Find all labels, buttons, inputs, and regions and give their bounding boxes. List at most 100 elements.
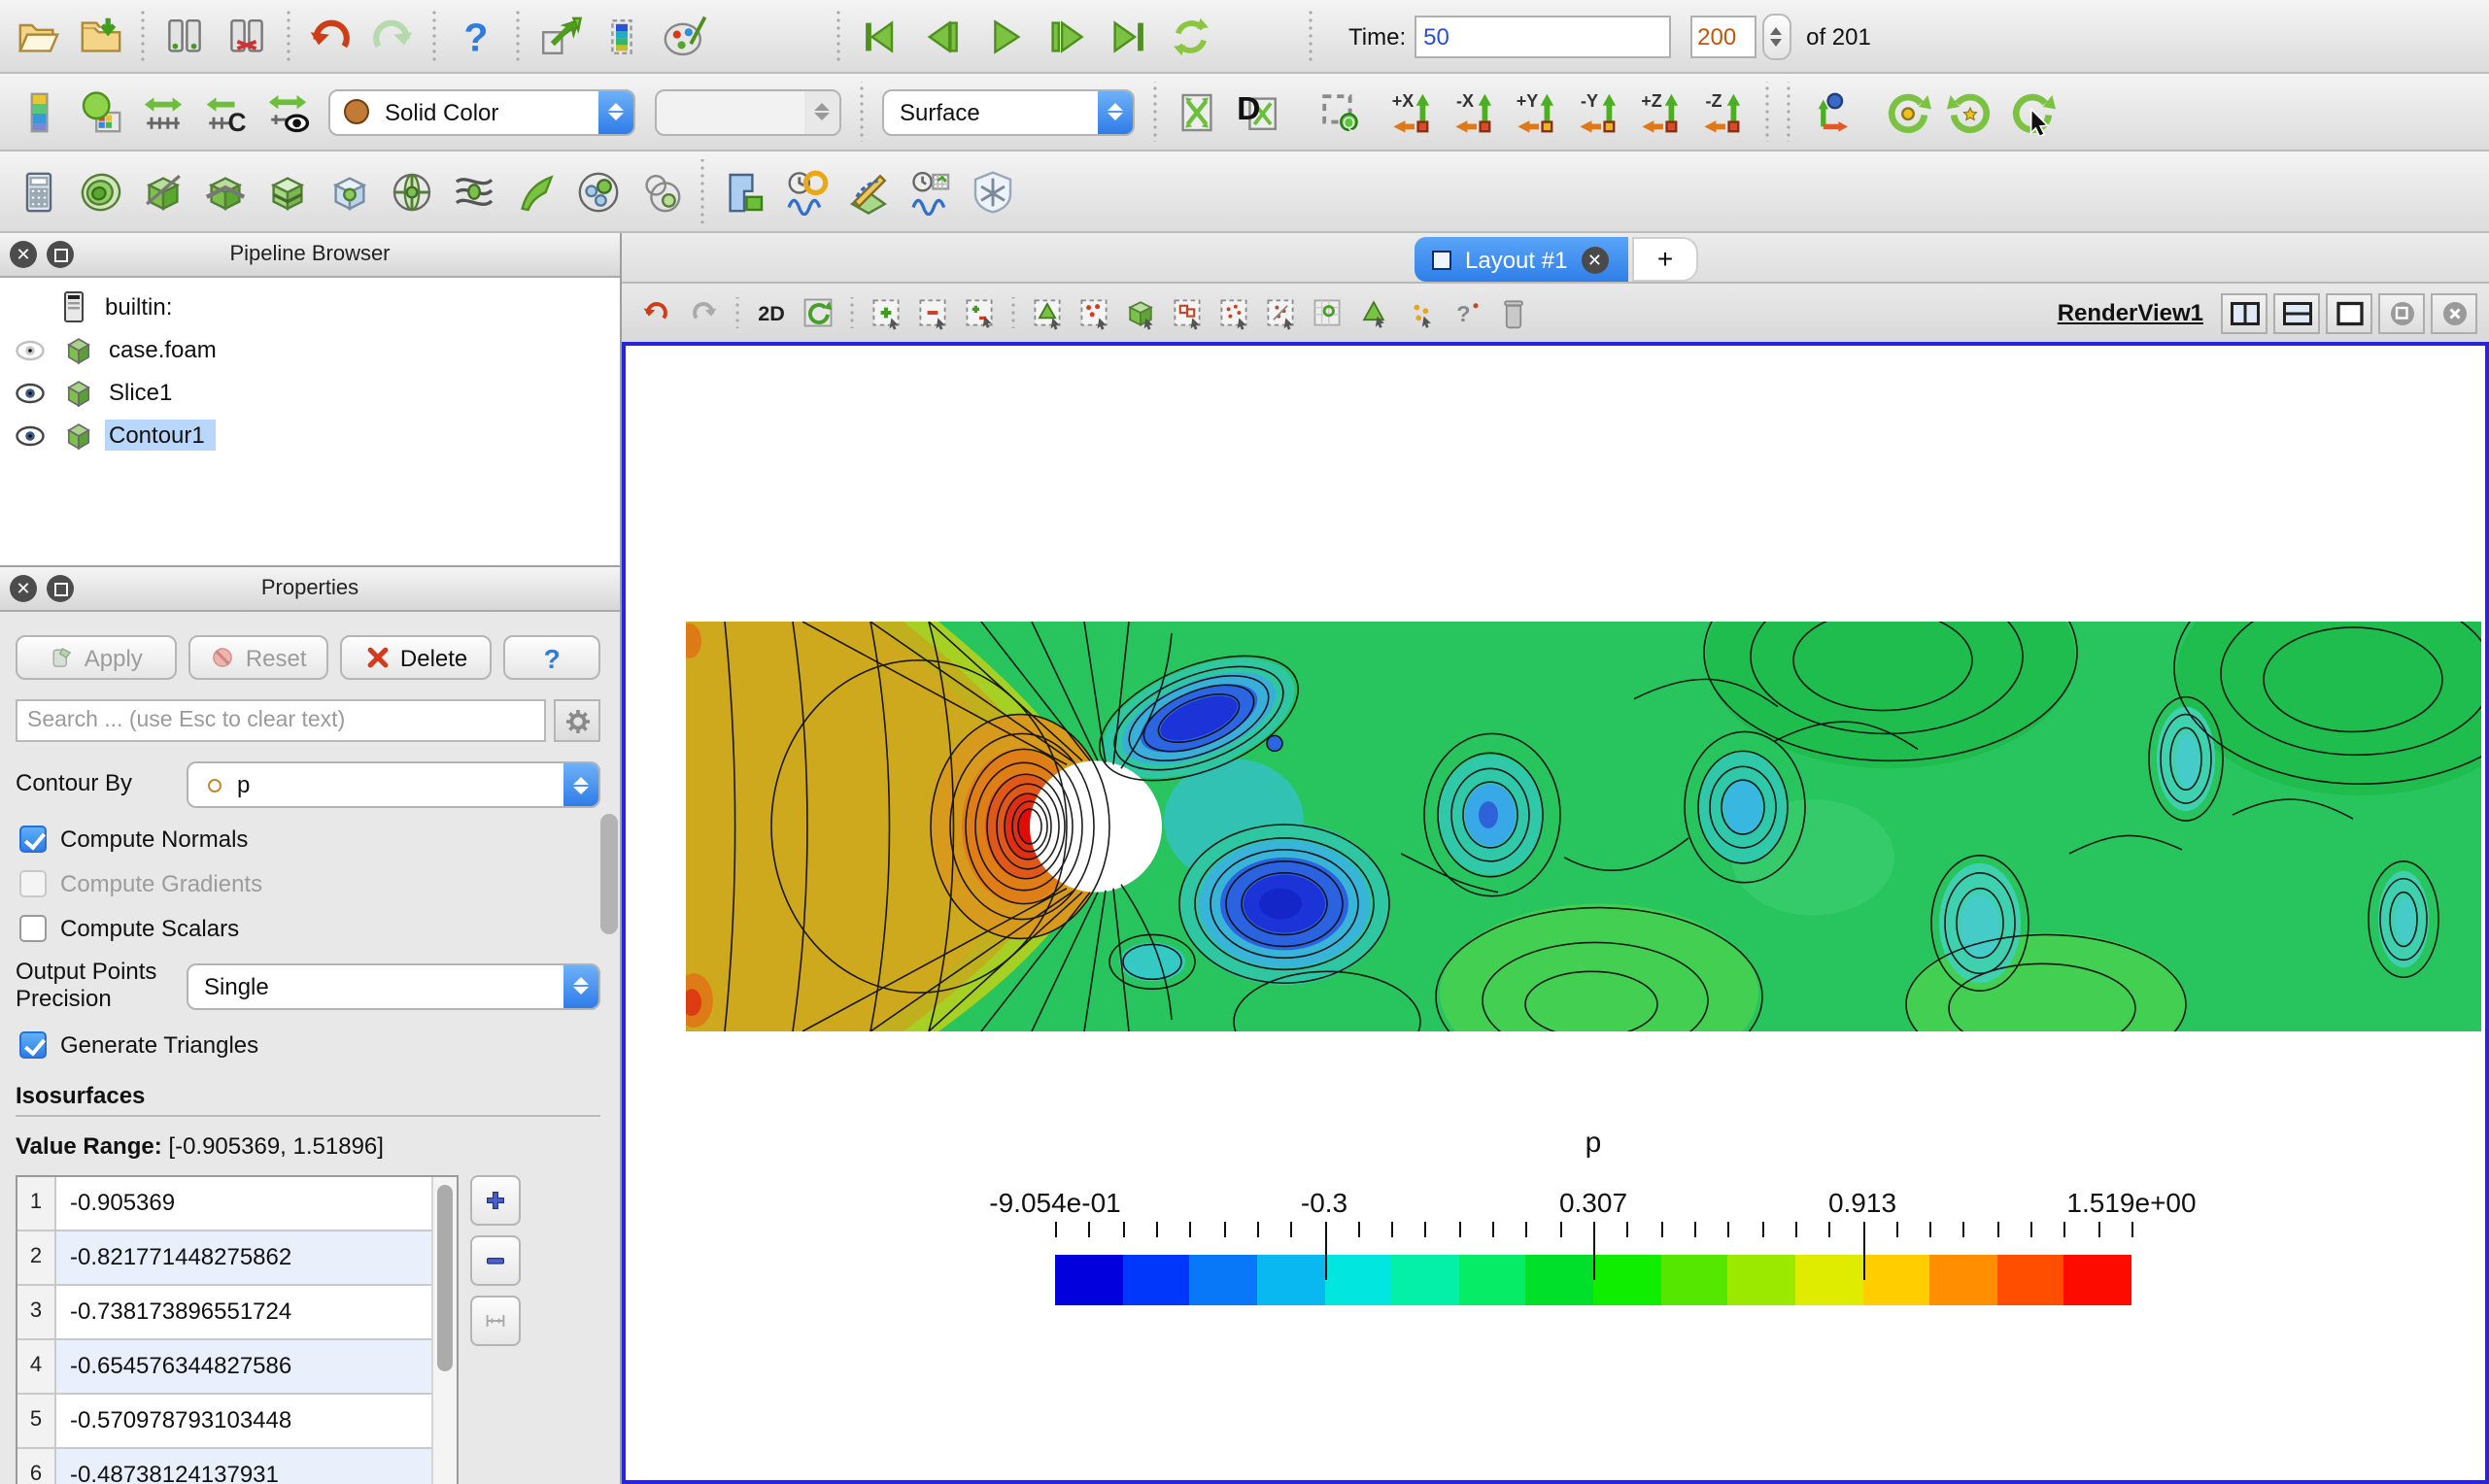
visibility-eye-icon[interactable] <box>0 424 58 446</box>
select-points-on-button[interactable] <box>909 289 956 336</box>
isosurface-value-row[interactable]: 5-0.570978793103448 <box>17 1394 457 1448</box>
render-viewport[interactable]: p -9.054e-01-0.30.3070.9131.519e+00 <box>622 342 2489 1484</box>
save-animation-button[interactable] <box>591 5 653 67</box>
select-points-polygon-button[interactable] <box>1071 289 1117 336</box>
contour-filter-button[interactable] <box>70 160 132 222</box>
toggle-2d-mode-button[interactable]: 2D <box>748 289 795 336</box>
save-data-button[interactable] <box>70 5 132 67</box>
pipeline-item-contour1[interactable]: Contour1 <box>0 414 620 456</box>
isosurface-values-table[interactable]: 1-0.9053692-0.8217714482758623-0.7381738… <box>16 1174 459 1484</box>
zoom-to-data-button[interactable] <box>1166 81 1228 143</box>
export-scene-button[interactable] <box>528 5 591 67</box>
stream-tracer-filter-button[interactable] <box>443 160 505 222</box>
set-view-plus-x-button[interactable]: +X <box>1383 81 1446 143</box>
color-legend[interactable]: p -9.054e-01-0.30.3070.9131.519e+00 <box>1055 1127 2131 1305</box>
loop-button[interactable] <box>1160 5 1222 67</box>
threshold-filter-button[interactable] <box>256 160 319 222</box>
properties-scrollbar[interactable] <box>600 814 618 1105</box>
frame-index-input[interactable] <box>1689 15 1756 57</box>
rescale-custom-range-button[interactable]: C <box>194 81 256 143</box>
play-button[interactable] <box>973 5 1036 67</box>
select-cells-through-button[interactable] <box>956 289 1003 336</box>
add-value-button[interactable] <box>470 1174 521 1225</box>
frame-stepper[interactable] <box>1761 13 1790 59</box>
clear-selection-button[interactable] <box>1490 289 1537 336</box>
set-view-plus-y-button[interactable]: +Y <box>1508 81 1570 143</box>
rescale-data-range-button[interactable] <box>132 81 194 143</box>
time-value-input[interactable] <box>1414 15 1670 57</box>
isosurface-table-scrollbar[interactable] <box>431 1176 457 1484</box>
hover-cells-button[interactable] <box>1304 289 1350 336</box>
help-button[interactable]: ? <box>445 5 507 67</box>
slice-filter-button[interactable] <box>194 160 256 222</box>
properties-undock-icon[interactable] <box>47 575 74 602</box>
layout-tab-close-icon[interactable]: ✕ <box>1581 246 1608 273</box>
select-cells-on-button[interactable] <box>863 289 909 336</box>
selection-help-button[interactable]: ? <box>1444 289 1490 336</box>
contour-by-combobox[interactable]: p <box>187 761 600 808</box>
clip-filter-button[interactable] <box>132 160 194 222</box>
representation-combobox[interactable]: Surface <box>882 88 1135 135</box>
extract-level-filter-button[interactable] <box>630 160 692 222</box>
shrink-selection-button[interactable] <box>1397 289 1444 336</box>
reset-camera-rotation-button[interactable] <box>2001 81 2063 143</box>
calculator-filter-button[interactable] <box>8 160 70 222</box>
disconnect-server-button[interactable] <box>216 5 278 67</box>
isosurface-value-row[interactable]: 2-0.821771448275862 <box>17 1231 457 1285</box>
reset-button[interactable]: Reset <box>188 635 329 680</box>
toggle-color-legend-button[interactable] <box>8 81 70 143</box>
last-frame-button[interactable] <box>1098 5 1160 67</box>
extract-subset-filter-button[interactable] <box>319 160 381 222</box>
edit-color-map-button[interactable] <box>70 81 132 143</box>
interactive-select-points-2-button[interactable] <box>1257 289 1304 336</box>
isosurface-value-row[interactable]: 4-0.654576344827586 <box>17 1339 457 1394</box>
interactive-select-cells-button[interactable] <box>1164 289 1210 336</box>
next-frame-button[interactable] <box>1036 5 1098 67</box>
delete-button[interactable]: Delete <box>341 635 492 680</box>
output-points-precision-combobox[interactable]: Single <box>187 963 600 1010</box>
apply-button[interactable]: Apply <box>16 635 177 680</box>
properties-options-button[interactable] <box>554 699 600 742</box>
plot-along-line-filter-button[interactable] <box>837 160 900 222</box>
isosurface-value-row[interactable]: 1-0.905369 <box>17 1176 457 1231</box>
rotate-90-cw-button[interactable] <box>1877 81 1939 143</box>
group-datasets-filter-button[interactable] <box>567 160 630 222</box>
color-field-combobox[interactable] <box>655 88 841 135</box>
set-view-plus-z-button[interactable]: +Z <box>1632 81 1694 143</box>
camera-undo-button[interactable] <box>633 289 680 336</box>
properties-close-icon[interactable]: ✕ <box>10 575 37 602</box>
maximize-view-button[interactable] <box>2326 292 2372 333</box>
rotate-90-ccw-button[interactable] <box>1939 81 2001 143</box>
new-layout-tab-button[interactable]: + <box>1632 237 1698 282</box>
color-palette-button[interactable] <box>653 5 715 67</box>
isosurface-value-row[interactable]: 3-0.738173896551724 <box>17 1285 457 1339</box>
reset-camera-button[interactable] <box>795 289 841 336</box>
layout-tab[interactable]: Layout #1 ✕ <box>1415 237 1627 282</box>
camera-redo-button[interactable] <box>680 289 727 336</box>
compute-normals-checkbox[interactable] <box>19 826 47 853</box>
redo-button[interactable] <box>361 5 424 67</box>
connect-server-button[interactable] <box>153 5 216 67</box>
select-cells-polygon-button[interactable] <box>1024 289 1071 336</box>
plot-data-filter-button[interactable] <box>900 160 962 222</box>
properties-search-input[interactable] <box>16 699 546 742</box>
previous-frame-button[interactable] <box>911 5 973 67</box>
properties-help-button[interactable]: ? <box>503 635 600 680</box>
set-view-minus-x-button[interactable]: -X <box>1446 81 1508 143</box>
solid-color-combobox[interactable]: Solid Color <box>328 88 635 135</box>
isosurface-value-row[interactable]: 6-0.48738124137931 <box>17 1448 457 1484</box>
remove-value-button[interactable] <box>470 1234 521 1285</box>
zoom-closest-to-data-button[interactable]: D <box>1228 81 1290 143</box>
set-view-minus-y-button[interactable]: -Y <box>1570 81 1632 143</box>
pipeline-close-icon[interactable]: ✕ <box>10 241 37 268</box>
renderview-name[interactable]: RenderView1 <box>2058 299 2203 326</box>
visibility-eye-icon[interactable] <box>0 382 58 403</box>
compute-scalars-checkbox[interactable] <box>19 915 47 942</box>
grow-selection-button[interactable] <box>1350 289 1397 336</box>
undo-button[interactable] <box>299 5 361 67</box>
extract-block-filter-button[interactable] <box>713 160 775 222</box>
snap-axes-button[interactable] <box>962 160 1024 222</box>
interactive-select-points-button[interactable] <box>1210 289 1257 336</box>
split-horizontal-button[interactable] <box>2221 292 2267 333</box>
zoom-to-selection-button[interactable]: Q <box>1310 81 1372 143</box>
